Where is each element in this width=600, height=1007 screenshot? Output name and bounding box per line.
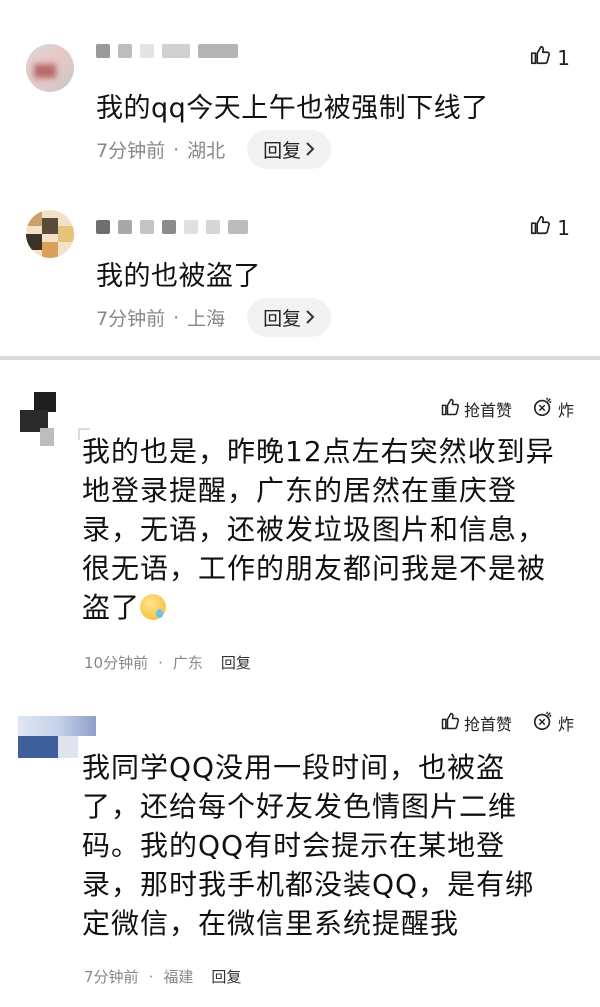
- avatar[interactable]: [26, 44, 74, 92]
- comment-location: 广东: [172, 654, 203, 672]
- reply-button[interactable]: 回复: [211, 966, 241, 987]
- comment-actions: 抢首赞 炸: [440, 396, 574, 422]
- reply-button[interactable]: 回复: [247, 130, 332, 169]
- comment-line: 录，无语，还被发垃圾图片和信息，: [82, 513, 547, 546]
- thumbs-up-icon: [440, 397, 460, 421]
- comment-meta: 10分钟前 · 广东 回复: [84, 652, 251, 673]
- bomb-button[interactable]: 炸: [532, 710, 574, 736]
- comment-line: 我的也是，昨晚12点左右突然收到异: [82, 435, 555, 468]
- comment-text: 我的也是，昨晚12点左右突然收到异 地登录提醒，广东的居然在重庆登 录，无语，还…: [82, 432, 582, 627]
- thumbs-up-icon: [529, 44, 551, 71]
- grab-first-like-button[interactable]: 抢首赞: [440, 711, 512, 735]
- grab-first-like-button[interactable]: 抢首赞: [440, 397, 512, 421]
- comment-line: 录，那时我手机都没装QQ，是有绑: [82, 868, 535, 901]
- bomb-button[interactable]: 炸: [532, 396, 574, 422]
- chevron-right-icon: [305, 307, 315, 329]
- reply-button[interactable]: 回复: [221, 652, 251, 673]
- comment-line: 地登录提醒，广东的居然在重庆登: [82, 474, 518, 507]
- bomb-label: 炸: [557, 715, 574, 734]
- comment-actions: 抢首赞 炸: [440, 710, 574, 736]
- comment-item: 抢首赞 炸 我的也是，昨晚12点左右突然收到异 地登录提醒，广东的居然在重庆登 …: [0, 360, 600, 686]
- comment-text: 我同学QQ没用一段时间，也被盗 了，还给每个好友发色情图片二维 码。我的QQ有时…: [82, 748, 582, 943]
- avatar[interactable]: [26, 210, 74, 258]
- comment-location: 福建: [163, 968, 194, 986]
- comment-line: 很无语，工作的朋友都问我是不是被: [82, 552, 547, 585]
- reply-button[interactable]: 回复: [247, 298, 332, 337]
- like-count: 1: [557, 45, 570, 70]
- comment-text: 我的qq今天上午也被强制下线了: [96, 93, 489, 124]
- comment-time: 7分钟前: [96, 140, 166, 162]
- meta-separator: ·: [158, 653, 163, 672]
- reply-label: 回复: [263, 308, 302, 330]
- avatar[interactable]: [18, 392, 60, 448]
- username-blurred[interactable]: [96, 42, 238, 60]
- meta-separator: ·: [148, 967, 154, 986]
- meta-separator: ·: [173, 306, 180, 329]
- meta-separator: ·: [173, 138, 180, 161]
- comment-time: 10分钟前: [84, 654, 149, 672]
- bomb-icon: [532, 396, 554, 422]
- comment-meta: 7分钟前 · 湖北 回复: [96, 130, 332, 169]
- username-blurred[interactable]: [96, 218, 248, 236]
- bomb-icon: [532, 710, 554, 736]
- comment-item: 1 我的也被盗了 7分钟前 · 上海 回复: [0, 180, 600, 356]
- comment-time: 7分钟前: [84, 968, 139, 986]
- comment-line: 码。我的QQ有时会提示在某地登: [82, 829, 506, 862]
- grab-first-like-label: 抢首赞: [463, 715, 512, 734]
- reply-label: 回复: [263, 140, 302, 162]
- grab-first-like-label: 抢首赞: [463, 401, 512, 420]
- comment-line: 盗了: [82, 591, 141, 624]
- thumbs-up-icon: [440, 711, 460, 735]
- comment-line: 我同学QQ没用一段时间，也被盗: [82, 751, 506, 784]
- comment-meta: 7分钟前 · 上海 回复: [96, 298, 332, 337]
- thumbs-up-icon: [529, 214, 551, 241]
- comment-location: 湖北: [187, 140, 226, 162]
- bomb-label: 炸: [557, 401, 574, 420]
- comment-item: 1 我的qq今天上午也被强制下线了 7分钟前 · 湖北 回复: [0, 0, 600, 180]
- like-button[interactable]: 1: [529, 44, 570, 71]
- comment-text: 我的也被盗了: [96, 261, 261, 292]
- comment-time: 7分钟前: [96, 308, 166, 330]
- comment-meta: 7分钟前 · 福建 回复: [84, 966, 241, 987]
- comment-location: 上海: [187, 308, 226, 330]
- chevron-right-icon: [305, 139, 315, 161]
- comment-line: 了，还给每个好友发色情图片二维: [82, 790, 518, 823]
- like-button[interactable]: 1: [529, 214, 570, 241]
- like-count: 1: [557, 215, 570, 240]
- sweat-face-emoji: [140, 594, 167, 620]
- comment-item: 抢首赞 炸 我同学QQ没用一段时间，也被盗 了，还给每个好友发色情图片二维 码。…: [0, 686, 600, 1007]
- comment-line: 定微信，在微信里系统提醒我: [82, 907, 460, 940]
